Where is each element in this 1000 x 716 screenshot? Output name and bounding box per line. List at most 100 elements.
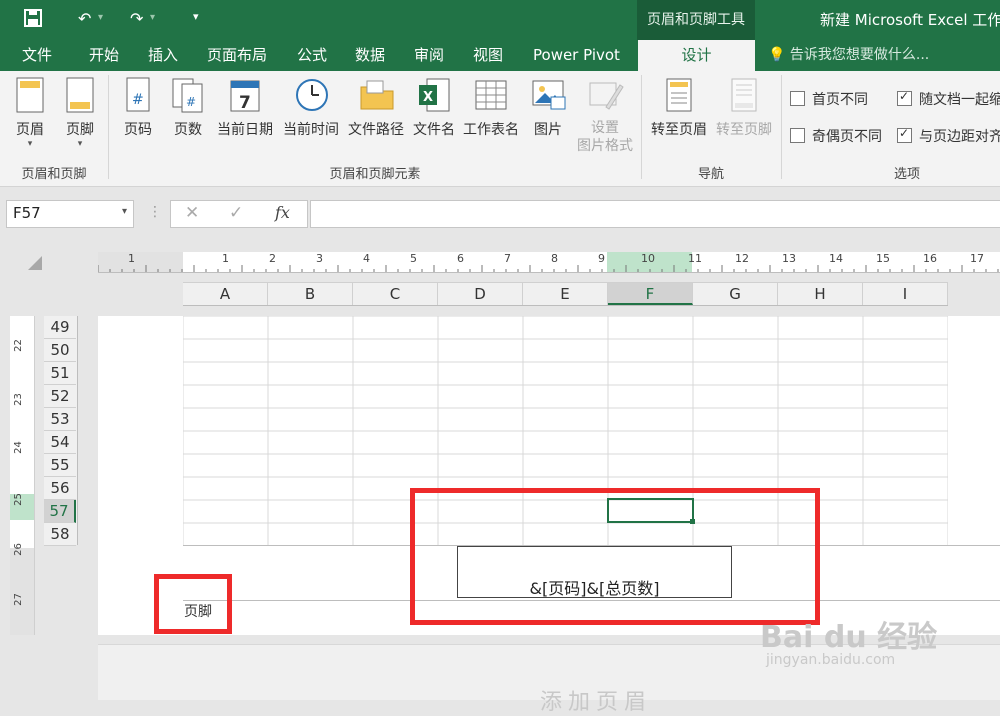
footer-button[interactable]: 页脚 ▾ (60, 77, 100, 149)
chevron-down-icon: ▾ (27, 139, 33, 149)
lightbulb-icon: 💡 (768, 47, 786, 63)
column-header-selected[interactable]: F (608, 283, 693, 305)
file-path-button[interactable]: 文件路径 (345, 77, 407, 139)
current-time-button[interactable]: 当前时间 (280, 77, 342, 139)
row-header[interactable]: 53 (44, 408, 76, 431)
row-header[interactable]: 52 (44, 385, 76, 408)
add-header-hint[interactable]: 添加页眉 (540, 684, 652, 716)
name-box[interactable]: F57 ▾ (6, 200, 134, 228)
cancel-icon[interactable]: ✕ (185, 203, 199, 223)
current-date-button[interactable]: 7 当前日期 (214, 77, 276, 139)
tab-data[interactable]: 数据 (355, 40, 385, 71)
svg-text:X: X (423, 90, 433, 105)
picture-button[interactable]: 图片 (528, 77, 568, 139)
enter-icon[interactable]: ✓ (229, 203, 243, 223)
column-header[interactable]: C (353, 283, 438, 305)
redo-dropdown-icon[interactable]: ▾ (150, 12, 155, 23)
column-header[interactable]: D (438, 283, 523, 305)
column-header[interactable]: E (523, 283, 608, 305)
format-picture-button[interactable]: 设置 图片格式 (574, 77, 636, 155)
align-with-margins-option[interactable]: 与页边距对齐 (897, 126, 1000, 146)
page-count-button[interactable]: # 页数 (170, 77, 206, 139)
scale-with-document-option[interactable]: 随文档一起缩放 (897, 89, 1000, 109)
row-header-selected[interactable]: 57 (44, 500, 76, 523)
checkbox-checked-icon[interactable] (897, 89, 912, 106)
chevron-down-icon[interactable]: ▾ (122, 206, 127, 217)
svg-text:7: 7 (239, 93, 251, 113)
ruler-tick: 3 (316, 252, 323, 265)
row-header[interactable]: 58 (44, 523, 76, 546)
ruler-tick: 17 (970, 252, 984, 265)
row-header[interactable]: 56 (44, 477, 76, 500)
ruler-tick: 27 (12, 593, 24, 606)
header-icon (13, 77, 47, 115)
tab-formulas[interactable]: 公式 (297, 40, 327, 71)
ruler-tick: 2 (269, 252, 276, 265)
group-label-elements: 页眉和页脚元素 (329, 167, 421, 182)
baidu-watermark: Bai du 经验 (760, 620, 938, 655)
checkbox-unchecked-icon[interactable] (790, 128, 805, 143)
format-picture-icon (588, 77, 624, 115)
column-header[interactable]: G (693, 283, 778, 305)
go-to-footer-button[interactable]: 转至页脚 (713, 77, 775, 139)
current-time-label: 当前时间 (283, 122, 339, 138)
row-header[interactable]: 51 (44, 362, 76, 385)
ruler-tick-marks (98, 265, 999, 272)
row-header[interactable]: 49 (44, 316, 76, 339)
formula-input[interactable] (310, 200, 1000, 228)
page-number-button[interactable]: # 页码 (120, 77, 156, 139)
footer-icon (63, 77, 97, 115)
scale-with-document-label: 随文档一起缩放 (919, 92, 1000, 108)
tell-me-box[interactable]: 💡 告诉我您想要做什么... (768, 40, 929, 71)
go-to-footer-icon (727, 77, 761, 115)
ruler-tick: 7 (504, 252, 511, 265)
drag-handle-icon[interactable]: ⋮ (148, 204, 162, 220)
file-path-label: 文件路径 (348, 122, 404, 138)
tab-home[interactable]: 开始 (89, 40, 119, 71)
select-all-icon[interactable] (28, 256, 42, 270)
undo-dropdown-icon[interactable]: ▾ (98, 12, 103, 23)
header-button[interactable]: 页眉 ▾ (10, 77, 50, 149)
folder-icon (359, 77, 394, 115)
redo-icon[interactable]: ↷ (130, 9, 143, 28)
checkbox-checked-icon[interactable] (897, 126, 912, 143)
header-button-label: 页眉 (16, 122, 44, 138)
column-header[interactable]: A (183, 283, 268, 305)
vertical-ruler[interactable]: 22 23 24 25 26 27 (10, 316, 35, 635)
group-divider (108, 75, 109, 179)
different-odd-even-option[interactable]: 奇偶页不同 (790, 126, 882, 146)
row-header[interactable]: 55 (44, 454, 76, 477)
tab-design[interactable]: 设计 (638, 40, 755, 71)
page-number-label: 页码 (124, 122, 152, 138)
column-header[interactable]: B (268, 283, 353, 305)
insert-function-icon[interactable]: fx (275, 203, 290, 222)
save-icon[interactable] (24, 9, 42, 31)
ruler-tick: 24 (12, 441, 24, 454)
checkbox-unchecked-icon[interactable] (790, 91, 805, 106)
file-name-button[interactable]: X 文件名 (410, 77, 458, 139)
ruler-tick: 1 (128, 252, 135, 265)
different-first-page-option[interactable]: 首页不同 (790, 89, 868, 109)
tab-review[interactable]: 审阅 (414, 40, 444, 71)
tab-file[interactable]: 文件 (22, 40, 52, 71)
format-picture-label-1: 设置 (591, 120, 619, 136)
ruler-tick: 25 (12, 493, 24, 506)
tab-insert[interactable]: 插入 (148, 40, 178, 71)
ruler-tick: 8 (551, 252, 558, 265)
tab-power-pivot[interactable]: Power Pivot (533, 40, 620, 71)
tab-page-layout[interactable]: 页面布局 (207, 40, 267, 71)
undo-icon[interactable]: ↶ (78, 9, 91, 28)
column-header[interactable]: H (778, 283, 863, 305)
column-header[interactable]: I (863, 283, 948, 305)
customize-qat-icon[interactable]: ▾ (193, 10, 199, 23)
horizontal-ruler[interactable]: 1 1 2 3 4 5 6 7 8 9 10 11 12 13 14 15 16… (98, 252, 1000, 273)
ruler-tick: 4 (363, 252, 370, 265)
go-to-header-button[interactable]: 转至页眉 (648, 77, 710, 139)
row-header[interactable]: 50 (44, 339, 76, 362)
format-picture-label-2: 图片格式 (577, 138, 633, 154)
baidu-watermark-url: jingyan.baidu.com (766, 652, 896, 668)
row-header[interactable]: 54 (44, 431, 76, 454)
group-label-header-footer: 页眉和页脚 (21, 167, 87, 182)
sheet-name-button[interactable]: 工作表名 (460, 77, 522, 139)
tab-view[interactable]: 视图 (473, 40, 503, 71)
